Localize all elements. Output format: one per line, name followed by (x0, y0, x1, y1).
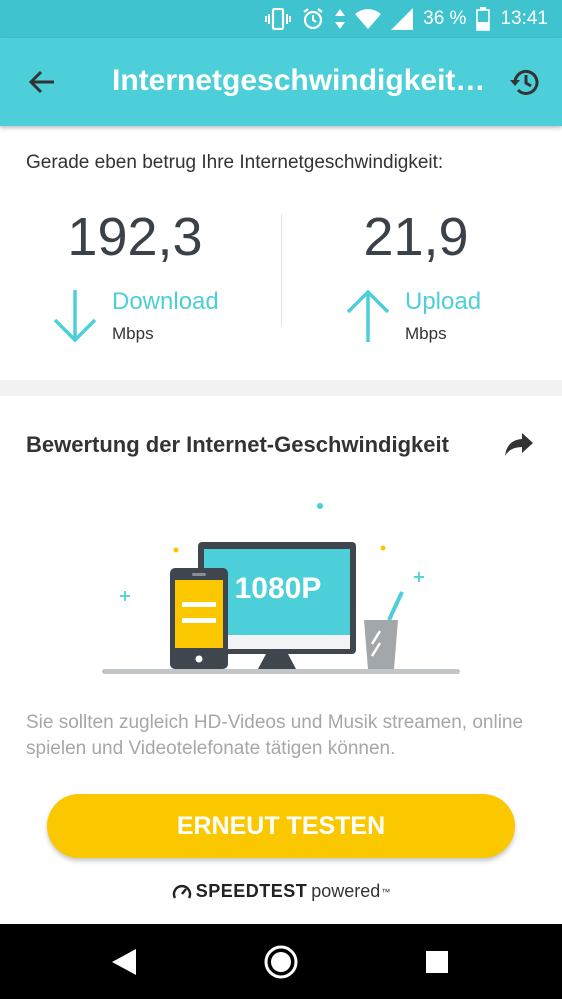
app-bar: Internetgeschwindigkeit t... (0, 38, 562, 126)
data-arrows-icon (335, 8, 346, 30)
arrow-down-icon (53, 290, 97, 343)
back-button[interactable] (26, 66, 58, 98)
hd-streaming-illustration: 1080P (102, 503, 460, 674)
wifi-icon (355, 8, 382, 30)
history-button[interactable] (508, 65, 542, 99)
download-section: 192,3 Download Mbps (0, 206, 281, 356)
nav-back-icon (112, 949, 136, 975)
battery-percent: 36 % (423, 8, 467, 29)
signal-icon (391, 8, 414, 30)
rating-heading: Bewertung der Internet-Geschwindigkeit (26, 432, 449, 457)
speedtest-gauge-icon (172, 884, 191, 899)
clock: 13:41 (500, 8, 548, 29)
download-unit: Mbps (112, 324, 154, 343)
nav-home-icon (264, 945, 298, 979)
rating-card: Bewertung der Internet-Geschwindigkeit 1… (0, 396, 562, 924)
share-button[interactable] (504, 432, 534, 458)
rating-description: Sie sollten zugleich HD-Videos und Musik… (26, 712, 524, 759)
nav-recents-icon (426, 951, 448, 973)
nav-recents-button[interactable] (417, 942, 457, 982)
vibrate-icon (265, 8, 292, 30)
retest-button[interactable]: ERNEUT TESTEN (47, 794, 515, 858)
arrow-left-icon (28, 70, 54, 94)
upload-unit: Mbps (405, 324, 447, 343)
nav-back-button[interactable] (104, 942, 144, 982)
upload-label: Upload (405, 288, 482, 315)
nav-home-button[interactable] (261, 942, 301, 982)
speedtest-brand: SPEEDTEST (195, 881, 308, 901)
result-intro-text: Gerade eben betrug Ihre Internetgeschwin… (26, 152, 444, 173)
arrow-up-icon (346, 289, 390, 342)
upload-section: 21,9 Upload Mbps (281, 206, 562, 356)
speed-result-card: Gerade eben betrug Ihre Internetgeschwin… (0, 126, 562, 380)
trademark-mark: ™ (381, 886, 391, 897)
upload-value: 21,9 (363, 207, 469, 267)
battery-icon (476, 7, 491, 31)
download-label: Download (112, 288, 219, 315)
illustration-resolution-text: 1080P (235, 572, 322, 605)
share-icon (505, 433, 533, 456)
alarm-icon (301, 7, 325, 31)
status-bar: 36 % 13:41 (0, 0, 562, 38)
powered-text: powered (311, 881, 381, 901)
history-icon (510, 69, 539, 95)
page-title: Internetgeschwindigkeit t... (112, 64, 492, 97)
navigation-bar (0, 924, 562, 999)
speedtest-powered-logo: SPEEDTEST powered ™ (0, 881, 562, 902)
download-value: 192,3 (67, 207, 203, 267)
